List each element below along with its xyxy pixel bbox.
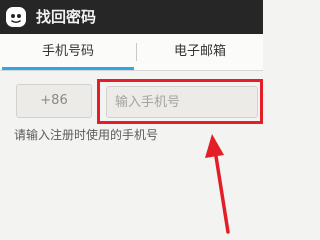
- app-logo-icon[interactable]: [5, 6, 27, 28]
- tab-email[interactable]: 电子邮箱: [137, 34, 263, 70]
- tab-phone-number-label: 手机号码: [41, 44, 94, 59]
- phone-field-highlight: [97, 79, 263, 124]
- country-code-selector[interactable]: +86: [16, 84, 92, 118]
- phone-number-input[interactable]: [106, 86, 258, 118]
- tab-bar: 手机号码 电子邮箱: [0, 34, 263, 71]
- tab-email-label: 电子邮箱: [173, 44, 226, 59]
- tab-phone-number[interactable]: 手机号码: [0, 34, 136, 70]
- phone-hint-text: 请输入注册时使用的手机号: [14, 128, 159, 142]
- active-tab-indicator: [2, 67, 134, 70]
- title-bar: 找回密码: [0, 0, 263, 34]
- page-title: 找回密码: [36, 8, 97, 26]
